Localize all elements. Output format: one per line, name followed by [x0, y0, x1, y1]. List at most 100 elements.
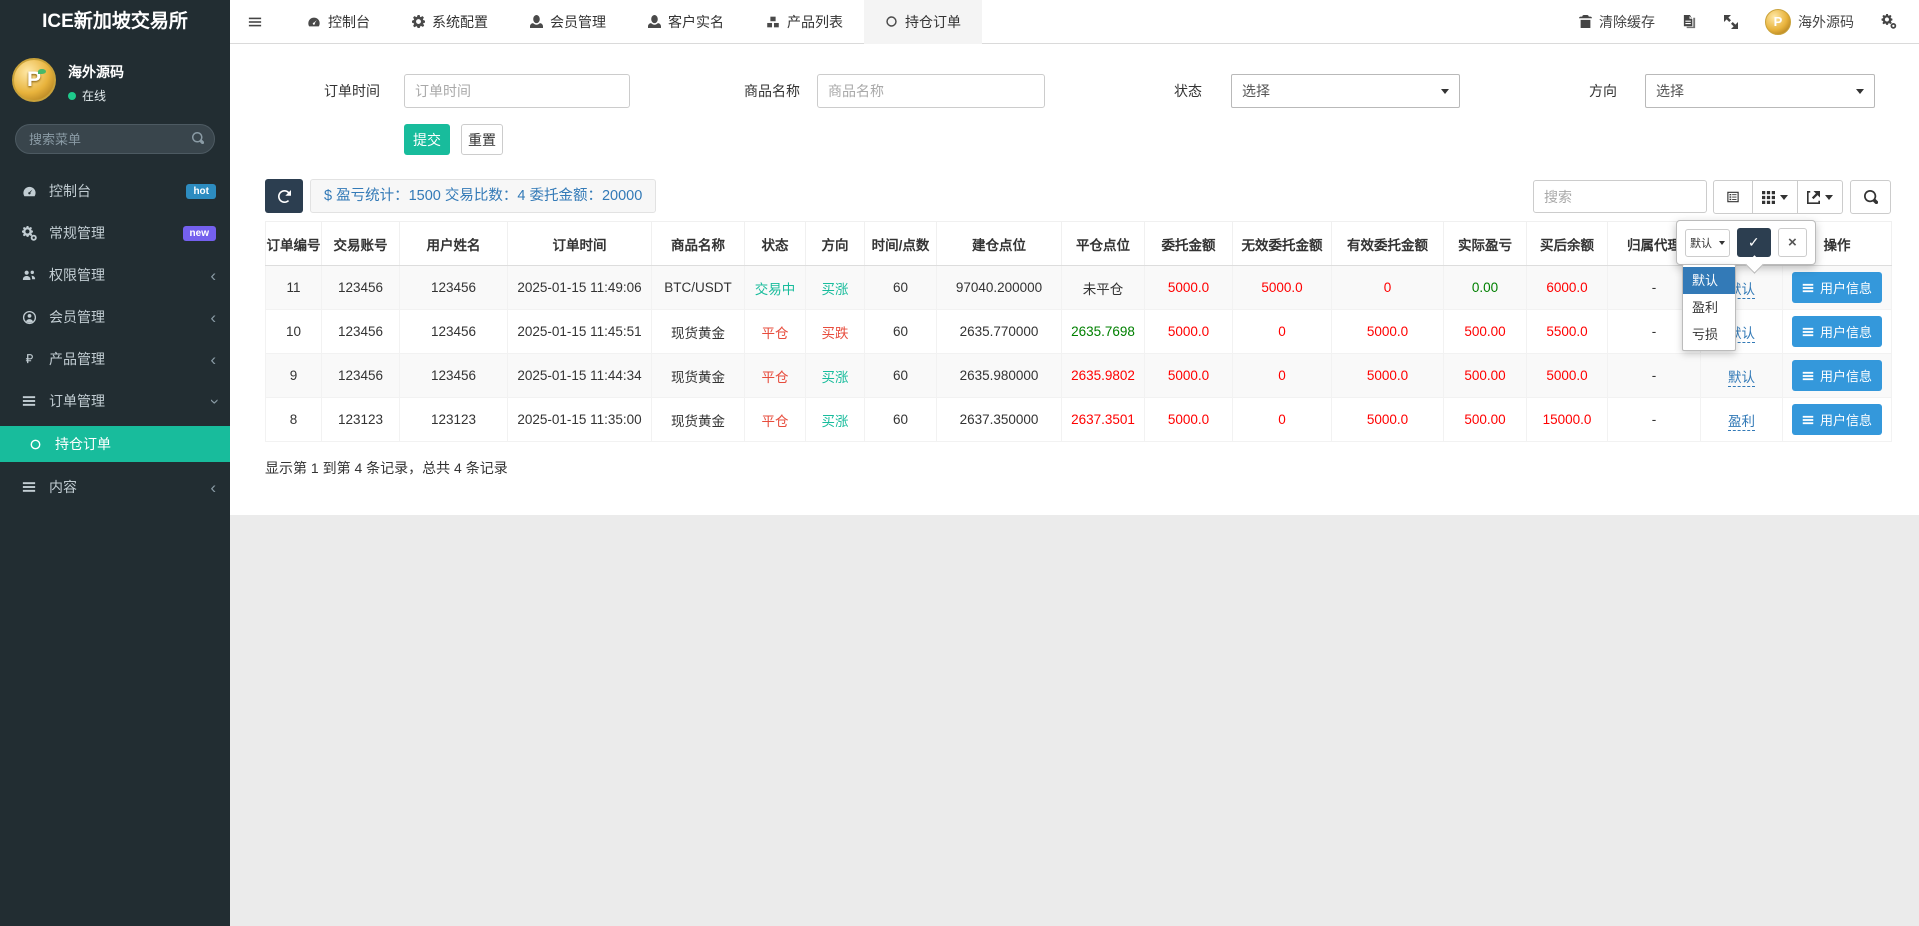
language-icon[interactable]: [1682, 14, 1697, 29]
sidebar-item-label: 会员管理: [49, 307, 105, 327]
columns-toggle-button[interactable]: [1752, 180, 1798, 214]
export-icon: [1807, 191, 1820, 204]
fullscreen-icon[interactable]: [1724, 15, 1738, 29]
tab-customer-kyc[interactable]: 客户实名: [627, 0, 745, 44]
toggle-view-button[interactable]: [1713, 180, 1753, 214]
sidebar-item-orders[interactable]: 订单管理 ‹: [0, 380, 230, 422]
order-time-input[interactable]: [404, 74, 630, 108]
sidebar-item-console[interactable]: 控制台 hot: [0, 170, 230, 212]
column-header[interactable]: 有效委托金额: [1332, 222, 1444, 266]
direction-select[interactable]: 选择: [1645, 74, 1875, 108]
tab-label: 控制台: [328, 12, 370, 32]
order-time-label: 订单时间: [290, 74, 380, 108]
filter-confirm-button[interactable]: ✓: [1737, 228, 1771, 257]
chevron-left-icon: ‹: [210, 267, 216, 284]
navbar-username: 海外源码: [1798, 12, 1854, 32]
sidebar-item-content[interactable]: 内容 ‹: [0, 466, 230, 508]
dropdown-option-loss[interactable]: 亏损: [1683, 321, 1735, 348]
user-status-label: 在线: [82, 87, 106, 104]
caret-down-icon: [1780, 195, 1788, 200]
column-header[interactable]: 时间/点数: [865, 222, 937, 266]
dropdown-option-profit[interactable]: 盈利: [1683, 294, 1735, 321]
column-header[interactable]: 用户姓名: [400, 222, 508, 266]
list-icon: [1802, 326, 1814, 338]
cell-value: 500.00: [1464, 324, 1505, 339]
cell-value: 2635.770000: [960, 324, 1039, 339]
user-info-button[interactable]: 用户信息: [1792, 404, 1882, 435]
cell-value: 平仓: [762, 370, 789, 385]
filter-close-button[interactable]: ×: [1778, 228, 1807, 257]
cell-value: 2635.9802: [1071, 368, 1135, 383]
user-info-button[interactable]: 用户信息: [1792, 316, 1882, 347]
cell-value: 买跌: [822, 326, 849, 341]
cell-value: 5000.0: [1168, 324, 1209, 339]
direction-label: 方向: [1553, 74, 1617, 108]
sidebar-item-permissions[interactable]: 权限管理 ‹: [0, 254, 230, 296]
chevron-left-icon: ‹: [210, 351, 216, 368]
agent-control-link[interactable]: 默认: [1728, 370, 1755, 387]
content-area: 订单时间 商品名称 状态 选择 方向 选择 提交 重置 $ 盈亏统计：1500 …: [230, 44, 1919, 926]
table-search-input[interactable]: [1533, 180, 1707, 213]
cell-value: 60: [893, 412, 908, 427]
tab-system-config[interactable]: 系统配置: [391, 0, 509, 44]
sidebar-item-products[interactable]: 产品管理 ‹: [0, 338, 230, 380]
column-header[interactable]: 实际盈亏: [1444, 222, 1527, 266]
sidebar-item-general[interactable]: 常规管理 new: [0, 212, 230, 254]
product-name-input[interactable]: [817, 74, 1045, 108]
column-header[interactable]: 交易账号: [322, 222, 400, 266]
grid-icon: [1762, 191, 1775, 204]
filter-mini-select[interactable]: 默认: [1685, 229, 1730, 257]
hamburger-menu-icon[interactable]: [230, 0, 280, 44]
refresh-button[interactable]: [265, 179, 303, 213]
export-button[interactable]: [1797, 180, 1843, 214]
cell-value: 2637.3501: [1071, 412, 1135, 427]
table-row: 101234561234562025-01-15 11:45:51现货黄金平仓买…: [266, 310, 1892, 354]
cell-value: -: [1652, 368, 1657, 383]
cell-value: 15000.0: [1543, 412, 1592, 427]
tab-product-list[interactable]: 产品列表: [745, 0, 864, 44]
user-info-button[interactable]: 用户信息: [1792, 272, 1882, 303]
user-info-button[interactable]: 用户信息: [1792, 360, 1882, 391]
sidebar-item-label: 权限管理: [49, 265, 105, 285]
status-select[interactable]: 选择: [1231, 74, 1460, 108]
column-header[interactable]: 方向: [806, 222, 865, 266]
column-header[interactable]: 状态: [745, 222, 806, 266]
column-header[interactable]: 平仓点位: [1062, 222, 1145, 266]
agent-control-link[interactable]: 盈利: [1728, 414, 1755, 431]
cell-value: 60: [893, 368, 908, 383]
cell-value: 0.00: [1472, 280, 1498, 295]
list-icon: [1802, 282, 1814, 294]
cell-value: -: [1652, 412, 1657, 427]
settings-gears-icon[interactable]: [1881, 14, 1897, 29]
list-icon: [18, 480, 40, 494]
column-header[interactable]: 委托金额: [1145, 222, 1233, 266]
sidebar-item-label: 订单管理: [49, 391, 105, 411]
brand-title: ICE新加坡交易所: [0, 0, 230, 44]
column-header[interactable]: 订单编号: [266, 222, 322, 266]
submit-button[interactable]: 提交: [404, 124, 450, 155]
sidebar-item-position-orders[interactable]: 持仓订单: [0, 426, 230, 462]
clear-cache-button[interactable]: 清除缓存: [1579, 12, 1655, 32]
column-header[interactable]: 买后余额: [1527, 222, 1608, 266]
sidebar-item-members[interactable]: 会员管理 ‹: [0, 296, 230, 338]
user-menu[interactable]: P 海外源码: [1765, 9, 1854, 35]
tab-members[interactable]: 会员管理: [509, 0, 627, 44]
column-header[interactable]: 无效委托金额: [1233, 222, 1332, 266]
cell-value: 6000.0: [1546, 280, 1587, 295]
list-alt-icon: [1726, 190, 1740, 204]
cell-value: 2635.7698: [1071, 324, 1135, 339]
tab-position-orders[interactable]: 持仓订单: [864, 0, 982, 44]
reset-button[interactable]: 重置: [461, 124, 503, 155]
cell-value: 5000.0: [1168, 412, 1209, 427]
sidebar-search-input[interactable]: [15, 124, 215, 154]
column-header[interactable]: 建仓点位: [937, 222, 1062, 266]
search-button[interactable]: [1850, 180, 1891, 214]
dropdown-option-default[interactable]: 默认: [1683, 267, 1735, 294]
direction-select-value: 选择: [1656, 81, 1684, 101]
cell-value: 2025-01-15 11:49:06: [517, 280, 641, 295]
status-label: 状态: [1138, 74, 1202, 108]
column-header[interactable]: 商品名称: [652, 222, 745, 266]
tab-console[interactable]: 控制台: [286, 0, 391, 44]
column-header[interactable]: 订单时间: [508, 222, 652, 266]
search-icon: [1864, 190, 1878, 204]
